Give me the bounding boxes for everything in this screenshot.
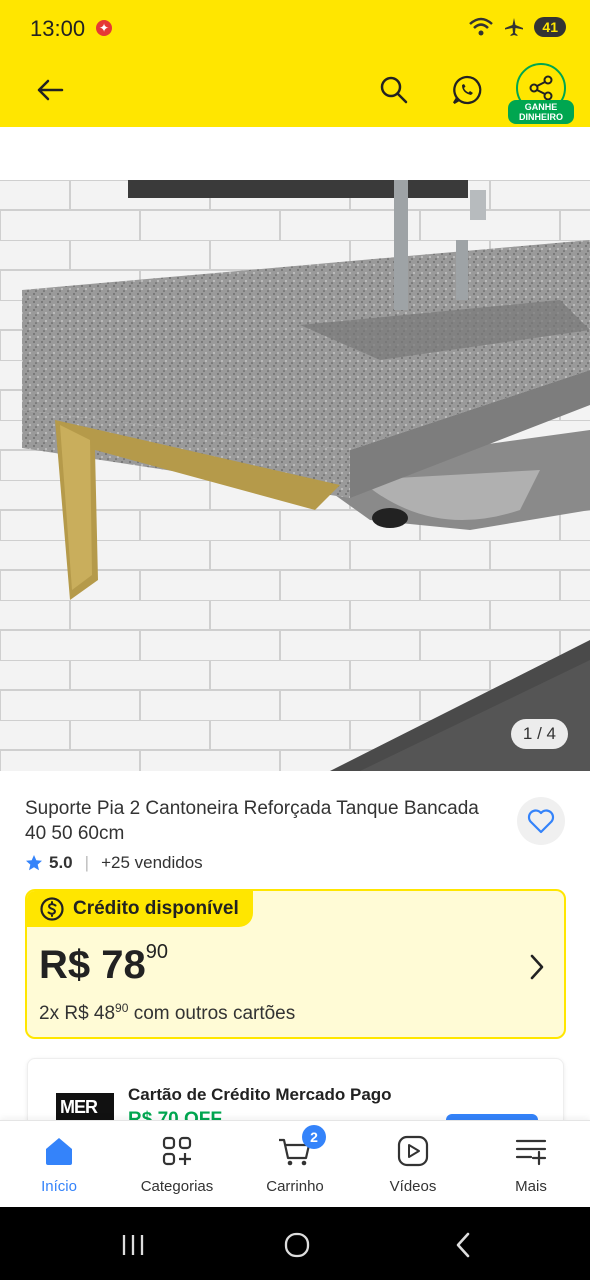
back-arrow-icon xyxy=(37,79,64,101)
app-header: GANHE DINHEIRO xyxy=(0,58,590,127)
home-circle-icon xyxy=(284,1232,310,1258)
status-icons: 41 xyxy=(468,16,566,38)
back-button[interactable] xyxy=(28,68,72,112)
nav-categorias-label: Categorias xyxy=(140,1178,214,1195)
nav-inicio[interactable]: Início xyxy=(0,1121,118,1208)
nav-carrinho[interactable]: 2 Carrinho xyxy=(236,1121,354,1208)
video-icon xyxy=(397,1135,429,1167)
nav-mais[interactable]: Mais xyxy=(472,1121,590,1208)
bottom-navigation: Início Categorias 2 Carrinho Vídeos Mais xyxy=(0,1120,590,1207)
installments-suffix: com outros cartões xyxy=(133,1003,296,1024)
notification-icon: ✦ xyxy=(96,20,112,36)
home-icon xyxy=(46,1138,72,1165)
product-image-gallery[interactable]: 1 / 4 xyxy=(0,180,590,771)
credit-tag-label: Crédito disponível xyxy=(73,898,239,919)
product-image xyxy=(0,180,590,771)
installments: 2x R$ 4890 com outros cartões xyxy=(39,1001,295,1025)
money-coin-icon xyxy=(40,897,64,921)
system-back-button[interactable] xyxy=(443,1225,483,1265)
categories-icon xyxy=(162,1136,192,1166)
more-icon xyxy=(515,1139,547,1166)
top-bar: 13:00 ✦ 41 GANHE DINHEIRO xyxy=(0,0,590,127)
cart-badge: 2 xyxy=(302,1125,326,1149)
status-bar: 13:00 ✦ 41 xyxy=(0,0,590,58)
nav-carrinho-label: Carrinho xyxy=(266,1178,324,1195)
offer-title: Cartão de Crédito Mercado Pago xyxy=(128,1085,392,1104)
nav-categorias[interactable]: Categorias xyxy=(118,1121,236,1208)
share-icon xyxy=(529,75,553,101)
airplane-icon xyxy=(505,18,524,36)
home-system-button[interactable] xyxy=(277,1225,317,1265)
rating-separator: | xyxy=(84,853,90,872)
whatsapp-icon xyxy=(453,75,482,105)
rating-value: 5.0 xyxy=(49,853,73,872)
status-time: 13:00 xyxy=(30,16,86,41)
installments-prefix: 2x R$ 48 xyxy=(39,1003,116,1024)
wifi-icon xyxy=(469,17,494,36)
heart-icon xyxy=(527,809,555,834)
rating-row[interactable]: 5.0 | +25 vendidos xyxy=(25,853,203,873)
recent-apps-button[interactable] xyxy=(113,1225,153,1265)
nav-inicio-label: Início xyxy=(41,1178,77,1195)
sold-count: +25 vendidos xyxy=(101,853,203,872)
star-icon xyxy=(26,855,42,871)
back-chevron-icon xyxy=(456,1232,470,1258)
credit-price-card[interactable]: Crédito disponível R$ 7890 2x R$ 4890 co… xyxy=(25,889,566,1039)
nav-videos[interactable]: Vídeos xyxy=(354,1121,472,1208)
battery-indicator: 41 xyxy=(534,17,566,37)
chevron-right-icon[interactable] xyxy=(528,953,546,981)
price: R$ 7890 xyxy=(39,941,168,988)
nav-videos-label: Vídeos xyxy=(389,1178,437,1195)
nav-mais-label: Mais xyxy=(515,1178,547,1195)
search-icon xyxy=(380,76,408,104)
system-navigation-bar xyxy=(0,1207,590,1280)
earn-money-label: GANHE DINHEIRO xyxy=(508,100,574,124)
credit-available-tag: Crédito disponível xyxy=(27,891,253,927)
product-title: Suporte Pia 2 Cantoneira Reforçada Tanqu… xyxy=(25,798,479,844)
whatsapp-share-button[interactable] xyxy=(445,68,489,112)
search-button[interactable] xyxy=(372,68,416,112)
price-cents: 90 xyxy=(145,941,168,963)
image-counter: 1 / 4 xyxy=(510,719,568,749)
installments-cents: 90 xyxy=(115,1001,129,1015)
favorite-button[interactable] xyxy=(517,797,565,845)
price-main: R$ 78 xyxy=(39,943,146,987)
recent-apps-icon xyxy=(122,1235,144,1255)
